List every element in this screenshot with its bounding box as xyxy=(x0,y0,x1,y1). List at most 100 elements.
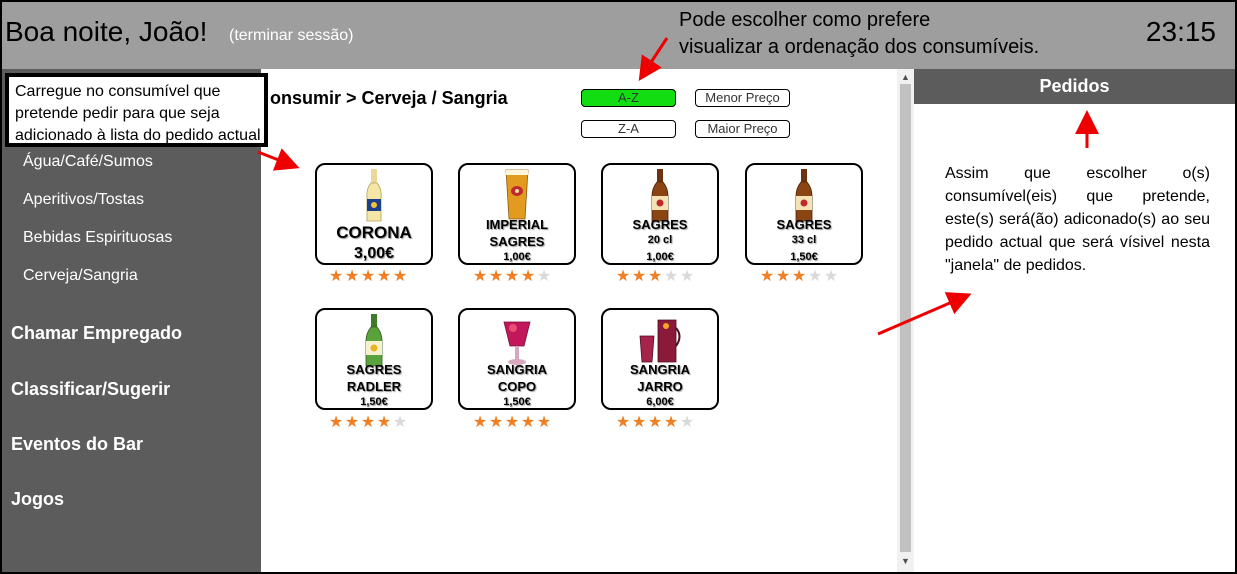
scroll-down-icon[interactable]: ▼ xyxy=(901,556,910,566)
bottle-icon xyxy=(795,169,813,222)
star-filled-icon: ★ xyxy=(663,414,679,431)
star-filled-icon: ★ xyxy=(647,414,663,431)
product-name-line-2: RADLER xyxy=(346,379,402,394)
product-hint-line-1: Carregue no consumível que xyxy=(15,83,221,100)
star-empty-icon: ★ xyxy=(807,268,823,285)
product-price: 1,50€ xyxy=(503,396,531,408)
product-card-sagres-20cl[interactable]: SAGRES 20 cl 1,00€ xyxy=(601,163,719,265)
sort-cheapest-button[interactable]: Menor Preço xyxy=(695,89,790,107)
product-card-sangria-jarro[interactable]: SANGRIA JARRO 6,00€ xyxy=(601,308,719,410)
product-rating: ★ ★ ★ ★ ★ xyxy=(615,415,695,431)
product-hint-line-2: pretende pedir para que seja xyxy=(15,105,220,122)
product-name: SANGRIA xyxy=(487,362,547,377)
product-card-sagres-33cl[interactable]: SAGRES 33 cl 1,50€ xyxy=(745,163,863,265)
star-filled-icon: ★ xyxy=(520,414,536,431)
product-rating: ★ ★ ★ ★ ★ xyxy=(615,269,695,285)
product-price: 1,50€ xyxy=(360,396,388,408)
star-filled-icon: ★ xyxy=(631,268,647,285)
star-filled-icon: ★ xyxy=(360,268,376,285)
sort-hint-line-1: Pode escolher como prefere xyxy=(679,9,931,31)
product-hint-annotation: Carregue no consumível que pretende pedi… xyxy=(5,73,268,147)
star-empty-icon: ★ xyxy=(663,268,679,285)
bottle-icon xyxy=(365,314,383,367)
star-filled-icon: ★ xyxy=(504,414,520,431)
star-filled-icon: ★ xyxy=(775,268,791,285)
product-card-sagres-radler[interactable]: SAGRES RADLER 1,50€ xyxy=(315,308,433,410)
product-name-line-2: JARRO xyxy=(637,379,683,394)
product-area: onsumir > Cerveja / Sangria A-Z Menor Pr… xyxy=(261,69,897,572)
product-name: CORONA xyxy=(336,223,412,242)
product-rating: ★ ★ ★ ★ ★ xyxy=(759,269,839,285)
product-rating: ★ ★ ★ ★ ★ xyxy=(472,415,552,431)
product-price: 1,50€ xyxy=(790,251,818,263)
product-size: 20 cl xyxy=(647,234,673,246)
greeting: Boa noite, João! xyxy=(5,16,208,47)
product-size: 33 cl xyxy=(791,234,817,246)
star-empty-icon: ★ xyxy=(823,268,839,285)
sidebar-item-eventos-do-bar[interactable]: Eventos do Bar xyxy=(11,434,143,455)
orders-title: Pedidos xyxy=(914,69,1235,104)
star-filled-icon: ★ xyxy=(536,414,552,431)
product-price: 3,00€ xyxy=(353,245,395,262)
star-filled-icon: ★ xyxy=(376,414,392,431)
product-name: SAGRES xyxy=(776,217,832,232)
star-filled-icon: ★ xyxy=(647,268,663,285)
sort-za-button[interactable]: Z-A xyxy=(581,120,676,138)
star-filled-icon: ★ xyxy=(392,268,408,285)
sangria-glass-icon xyxy=(503,321,531,365)
product-rating: ★ ★ ★ ★ ★ xyxy=(328,415,408,431)
product-price: 1,00€ xyxy=(503,251,531,263)
product-card-imperial-sagres[interactable]: IMPERIAL SAGRES 1,00€ xyxy=(458,163,576,265)
star-empty-icon: ★ xyxy=(679,268,695,285)
scroll-thumb[interactable] xyxy=(900,84,911,552)
sidebar-item-bebidas-espirituosas[interactable]: Bebidas Espirituosas xyxy=(23,229,172,247)
sort-hint-annotation: Pode escolher como prefere visualizar a … xyxy=(679,7,1039,61)
star-filled-icon: ★ xyxy=(759,268,775,285)
sidebar-item-aperitivos-tostas[interactable]: Aperitivos/Tostas xyxy=(23,191,144,209)
clock: 23:15 xyxy=(1145,16,1216,47)
sort-expensive-button[interactable]: Maior Preço xyxy=(695,120,790,138)
product-name: SAGRES xyxy=(632,217,688,232)
product-card-sangria-copo[interactable]: SANGRIA COPO 1,50€ xyxy=(458,308,576,410)
sidebar-item-jogos[interactable]: Jogos xyxy=(11,489,64,510)
star-filled-icon: ★ xyxy=(360,414,376,431)
star-filled-icon: ★ xyxy=(615,268,631,285)
star-filled-icon: ★ xyxy=(615,414,631,431)
product-rating: ★ ★ ★ ★ ★ xyxy=(328,269,408,285)
logout-link[interactable]: (terminar sessão) xyxy=(229,27,353,45)
star-filled-icon: ★ xyxy=(328,414,344,431)
sort-az-button[interactable]: A-Z xyxy=(581,89,676,107)
product-name: IMPERIAL xyxy=(485,217,549,232)
scroll-up-icon[interactable]: ▲ xyxy=(901,72,910,82)
product-card-corona[interactable]: CORONA 3,00€ xyxy=(315,163,433,265)
star-filled-icon: ★ xyxy=(504,268,520,285)
sidebar-item-cerveja-sangria[interactable]: Cerveja/Sangria xyxy=(23,267,138,285)
star-filled-icon: ★ xyxy=(488,268,504,285)
star-filled-icon: ★ xyxy=(376,268,392,285)
product-name: SAGRES xyxy=(346,362,402,377)
sidebar-item-classificar-sugerir[interactable]: Classificar/Sugerir xyxy=(11,379,170,400)
star-filled-icon: ★ xyxy=(344,414,360,431)
product-name-line-2: COPO xyxy=(497,379,537,394)
star-filled-icon: ★ xyxy=(520,268,536,285)
star-empty-icon: ★ xyxy=(392,414,408,431)
sangria-pitcher-icon xyxy=(639,319,681,363)
star-filled-icon: ★ xyxy=(631,414,647,431)
star-empty-icon: ★ xyxy=(679,414,695,431)
star-filled-icon: ★ xyxy=(328,268,344,285)
header-bar: Boa noite, João! (terminar sessão) Pode … xyxy=(2,2,1235,69)
bottle-icon xyxy=(651,169,669,222)
product-name: SANGRIA xyxy=(630,362,690,377)
content-scrollbar[interactable]: ▲ ▼ xyxy=(897,69,914,572)
star-filled-icon: ★ xyxy=(791,268,807,285)
sidebar-item-chamar-empregado[interactable]: Chamar Empregado xyxy=(11,323,182,344)
bottle-icon xyxy=(366,169,382,222)
product-rating: ★ ★ ★ ★ ★ xyxy=(472,269,552,285)
orders-hint-annotation: Assim que escolher o(s) consumível(eis) … xyxy=(945,165,1210,274)
star-empty-icon: ★ xyxy=(536,268,552,285)
star-filled-icon: ★ xyxy=(472,414,488,431)
app-window: Boa noite, João! (terminar sessão) Pode … xyxy=(0,0,1237,574)
sidebar-item-agua-cafe-sumos[interactable]: Água/Café/Sumos xyxy=(23,153,153,171)
breadcrumb: onsumir > Cerveja / Sangria xyxy=(270,88,508,108)
product-price: 6,00€ xyxy=(646,396,674,408)
